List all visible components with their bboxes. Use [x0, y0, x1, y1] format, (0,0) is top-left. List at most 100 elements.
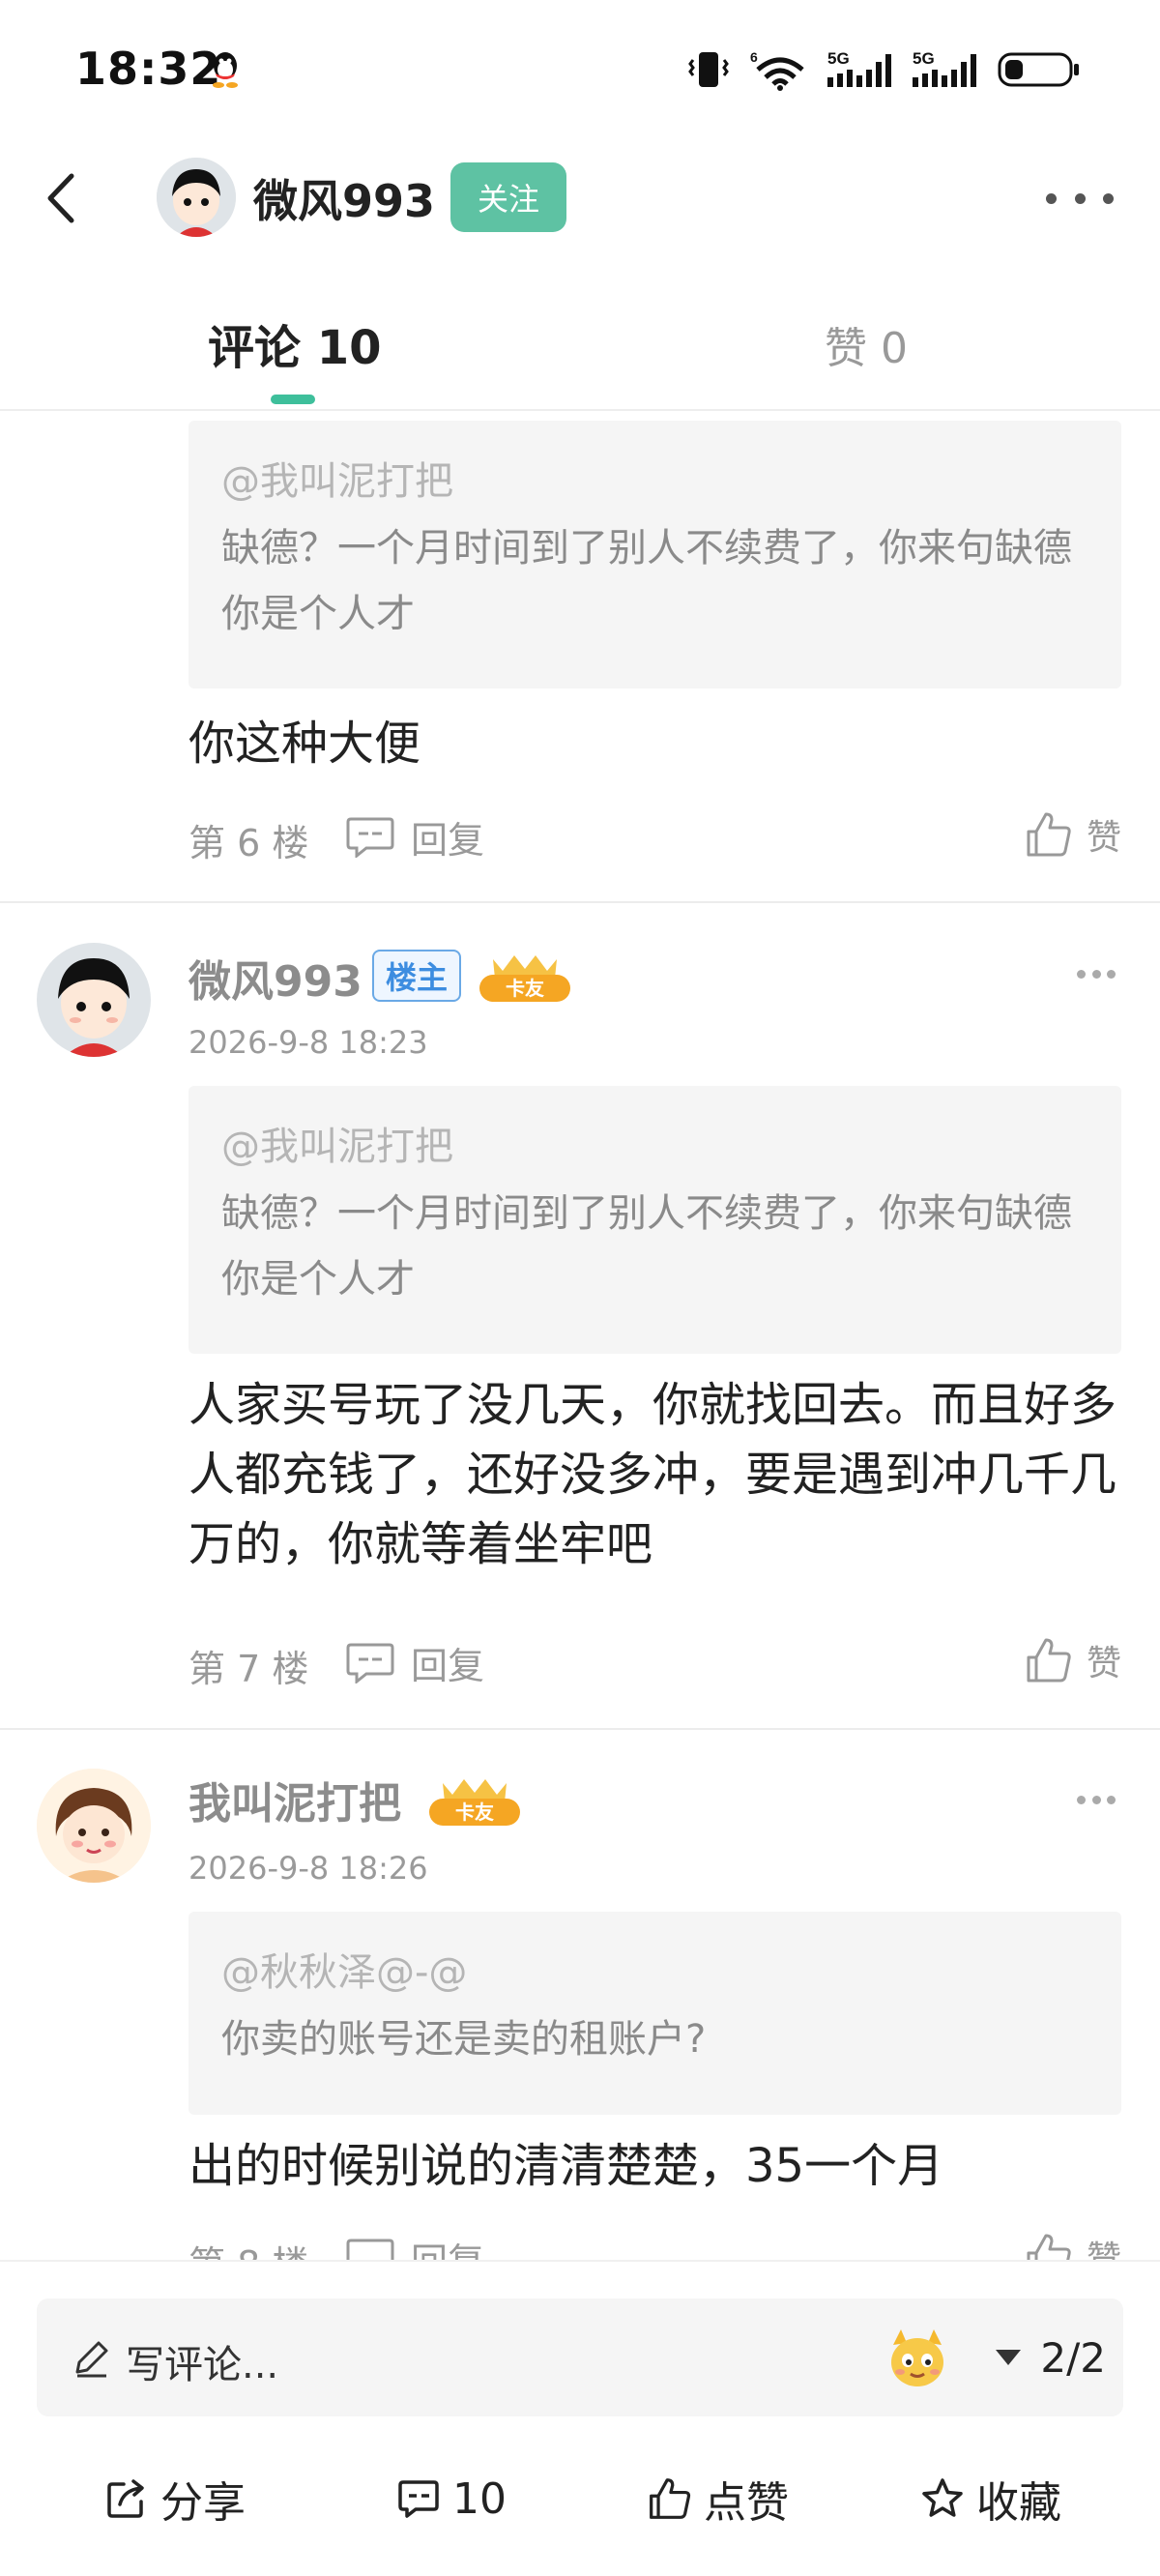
reply-button[interactable]: 回复: [345, 1637, 484, 1687]
bottom-toolbar: 写评论... 2/2 分享 10 点赞 收藏: [0, 2260, 1160, 2576]
like-label: 赞: [1086, 818, 1121, 858]
commenter-name[interactable]: 微风993: [188, 947, 362, 1009]
svg-text:6: 6: [750, 49, 758, 65]
quoted-text: 缺德？一个月时间到了别人不续费了，你来句缺德你是个人才: [221, 1191, 1072, 1302]
reply-label: 回复: [411, 2232, 484, 2261]
favorite-label: 收藏: [976, 2478, 1061, 2528]
comment-count: 10: [452, 2474, 507, 2524]
svg-text:5G: 5G: [827, 49, 850, 68]
status-time: 18:32: [75, 43, 222, 95]
back-arrow-icon: [47, 173, 74, 223]
like-post-button[interactable]: 点赞: [648, 2467, 789, 2531]
reply-icon: [346, 817, 394, 858]
star-icon: [922, 2478, 963, 2517]
more-options-button[interactable]: [1046, 174, 1114, 222]
triangle-down-icon: [996, 2350, 1022, 2365]
comment-meta: 第 8 楼 回复 赞: [188, 2229, 1121, 2260]
like-button[interactable]: 赞: [1025, 2229, 1121, 2260]
favorite-button[interactable]: 收藏: [920, 2467, 1061, 2531]
tab-bar: 评论 10 赞 0: [0, 280, 1160, 411]
qq-icon: [213, 52, 238, 88]
quoted-comment: @我叫泥打把 缺德？一个月时间到了别人不续费了，你来句缺德你是个人才: [188, 1086, 1121, 1354]
action-bar: 分享 10 点赞 收藏: [0, 2445, 1160, 2552]
floor-number: 第 6 楼: [188, 822, 309, 864]
commenter-avatar[interactable]: [37, 943, 151, 1057]
comment-text: 你这种大便: [188, 717, 421, 771]
quoted-comment: @我叫泥打把 缺德？一个月时间到了别人不续费了，你来句缺德你是个人才: [188, 421, 1121, 688]
vibrate-icon: [688, 52, 729, 87]
comment-count-button[interactable]: 10: [396, 2467, 507, 2531]
floor-number: 第 7 楼: [188, 1648, 309, 1690]
comment-text: 人家买号玩了没几天，你就找回去。而且好多人都充钱了，还好没多冲，要是遇到冲几千几…: [188, 1378, 1117, 1571]
reply-icon: [346, 1643, 394, 1683]
reply-label: 回复: [411, 818, 485, 862]
quoted-username[interactable]: @我叫泥打把: [221, 1115, 1088, 1171]
share-button[interactable]: 分享: [104, 2467, 246, 2531]
emoji-icon[interactable]: [884, 2324, 951, 2391]
more-dot-icon: [1074, 192, 1086, 204]
cellular-signal-icon: 5G: [827, 49, 891, 87]
avatar-cartoon-boy: [157, 158, 236, 237]
comment-meta: 第 7 楼 回复 赞: [188, 1633, 1121, 1691]
more-dot-icon: [1107, 1796, 1116, 1804]
comment-more-button[interactable]: [1077, 1796, 1116, 1807]
like-button[interactable]: 赞: [1025, 1633, 1121, 1687]
floor-number: 第 8 楼: [188, 2235, 308, 2260]
share-icon: [107, 2479, 144, 2518]
write-comment-input[interactable]: 写评论... 2/2: [37, 2298, 1123, 2416]
cellular-signal-icon-2: 5G: [913, 49, 976, 87]
like-post-label: 点赞: [704, 2478, 789, 2528]
tab-likes[interactable]: 赞 0: [825, 313, 908, 375]
quoted-text: 缺德？一个月时间到了别人不续费了，你来句缺德你是个人才: [221, 526, 1072, 636]
tab-comments[interactable]: 评论 10: [208, 309, 382, 377]
like-label: 赞: [1086, 1644, 1121, 1683]
battery-icon: [998, 52, 1079, 87]
svg-text:卡友: 卡友: [506, 977, 544, 1000]
back-button[interactable]: [29, 164, 97, 232]
comment-more-button[interactable]: [1077, 970, 1116, 981]
kayou-badge-icon: 卡友: [479, 955, 570, 1002]
comment-meta: 第 6 楼 回复 赞: [188, 807, 1121, 865]
reply-button[interactable]: 回复: [345, 2233, 484, 2260]
commenter-avatar[interactable]: [37, 1769, 151, 1883]
comment-divider: [0, 901, 1160, 903]
follow-button[interactable]: 关注: [450, 162, 566, 232]
svg-text:5G: 5G: [913, 49, 935, 68]
author-avatar[interactable]: [157, 158, 236, 237]
commenter-name[interactable]: 我叫泥打把: [188, 1769, 401, 1830]
more-dot-icon: [1077, 1796, 1086, 1804]
comment-icon: [398, 2480, 439, 2518]
post-header: 微风993 关注: [0, 145, 1160, 251]
thumbs-up-icon: [1027, 812, 1071, 857]
quoted-username[interactable]: @秋秋泽@-@: [221, 1941, 1088, 1997]
quoted-comment: @秋秋泽@-@ 你卖的账号还是卖的租账户?: [188, 1912, 1121, 2115]
write-comment-placeholder: 写评论...: [126, 2343, 279, 2387]
more-dot-icon: [1091, 970, 1101, 979]
avatar-cartoon-girl: [37, 1769, 151, 1883]
comment-list[interactable]: @我叫泥打把 缺德？一个月时间到了别人不续费了，你来句缺德你是个人才 你这种大便…: [0, 413, 1160, 2260]
more-dot-icon: [1091, 1796, 1101, 1804]
reply-icon: [346, 2239, 394, 2260]
wifi-icon: 6: [750, 49, 804, 91]
svg-text:卡友: 卡友: [455, 1800, 494, 1824]
comment-text: 出的时候别说的清清楚楚，35一个月: [188, 2139, 944, 2193]
quoted-text: 你卖的账号还是卖的租账户?: [221, 2017, 707, 2062]
more-dot-icon: [1107, 970, 1116, 979]
more-dot-icon: [1077, 970, 1086, 979]
quoted-username[interactable]: @我叫泥打把: [221, 450, 1088, 506]
thumbs-up-icon: [1027, 2234, 1071, 2260]
more-dot-icon: [1103, 192, 1114, 204]
comment-time: 2026-9-8 18:26: [188, 1850, 428, 1887]
active-tab-indicator: [271, 395, 315, 404]
reply-label: 回复: [411, 1644, 485, 1687]
share-label: 分享: [160, 2478, 246, 2528]
like-button[interactable]: 赞: [1025, 807, 1121, 862]
author-name[interactable]: 微风993: [253, 166, 435, 230]
like-label: 赞: [1086, 2239, 1121, 2260]
comment-divider: [0, 1728, 1160, 1730]
page-selector[interactable]: 2/2: [994, 2326, 1106, 2389]
more-dot-icon: [1046, 192, 1057, 204]
reply-button[interactable]: 回复: [345, 811, 484, 862]
page-indicator: 2/2: [1040, 2333, 1106, 2382]
avatar-cartoon-boy: [37, 943, 151, 1057]
